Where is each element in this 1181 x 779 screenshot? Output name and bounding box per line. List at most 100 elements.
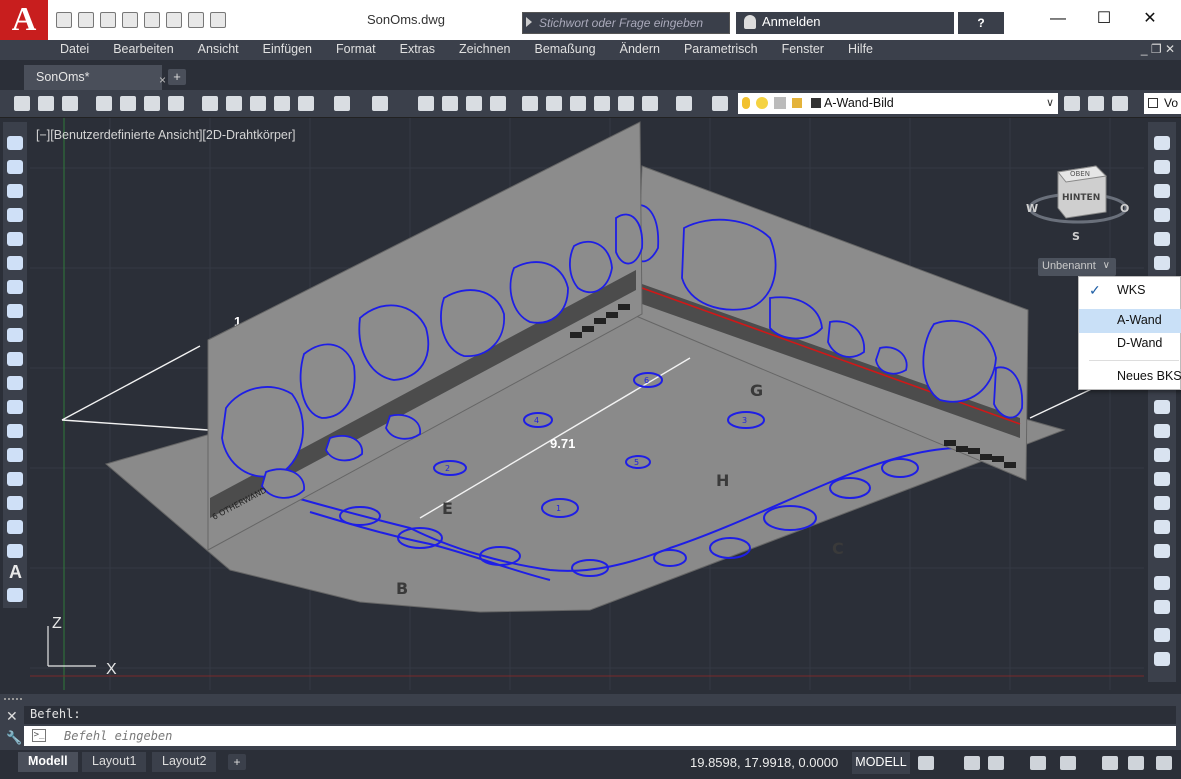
help-button[interactable]: ? (958, 12, 1004, 34)
construction-line-icon[interactable] (7, 160, 23, 174)
close-icon[interactable]: ✕ (1127, 6, 1173, 34)
trim-icon[interactable] (1154, 448, 1170, 462)
move-icon[interactable] (1154, 256, 1170, 270)
join-icon[interactable] (1154, 520, 1170, 534)
paste-icon[interactable] (250, 96, 266, 111)
plot-preview-icon[interactable] (120, 96, 136, 111)
command-input[interactable]: >_ Befehl eingeben (24, 726, 1176, 746)
make-current-layer-icon[interactable] (1064, 96, 1080, 111)
scale-icon[interactable] (1154, 400, 1170, 414)
fillet-icon[interactable] (1154, 576, 1170, 590)
search-expand-icon[interactable] (526, 17, 532, 27)
maximize-icon[interactable]: ☐ (1081, 6, 1127, 34)
ucs-icon[interactable] (1154, 652, 1170, 666)
zoom-previous-icon[interactable] (490, 96, 506, 111)
model-viewport[interactable]: 9.71 1 G H E B C 2 4 5 6 3 1 6 OTHERWAND… (30, 118, 1144, 690)
cut-icon[interactable] (202, 96, 218, 111)
block-editor-icon[interactable] (298, 96, 314, 111)
tab-layout1[interactable]: Layout1 (82, 752, 147, 772)
viewcube[interactable]: OBEN HINTEN W O S (1026, 160, 1130, 256)
tool-palettes-icon[interactable] (570, 96, 586, 111)
menu-aendern[interactable]: Ändern (608, 40, 672, 60)
sign-in-button[interactable]: Anmelden (736, 12, 954, 34)
ellipse-arc-icon[interactable] (7, 376, 23, 390)
menu-hilfe[interactable]: Hilfe (836, 40, 885, 60)
menu-extras[interactable]: Extras (388, 40, 447, 60)
explode-icon[interactable] (1154, 600, 1170, 614)
pan-icon[interactable] (418, 96, 434, 111)
save-icon[interactable] (62, 96, 78, 111)
help-icon[interactable] (676, 96, 692, 111)
menu-einfuegen[interactable]: Einfügen (251, 40, 324, 60)
close-icon[interactable]: ✕ (6, 708, 18, 725)
polyline-icon[interactable] (7, 184, 23, 198)
plot-icon[interactable] (96, 96, 112, 111)
tab-close-icon[interactable]: × (159, 73, 166, 87)
properties-icon[interactable] (522, 96, 538, 111)
copy-object-icon[interactable] (1154, 160, 1170, 174)
measure-icon[interactable] (1154, 628, 1170, 642)
layer-previous-icon[interactable] (1088, 96, 1104, 111)
sheet-set-icon[interactable] (594, 96, 610, 111)
design-center-icon[interactable] (546, 96, 562, 111)
minimize-icon[interactable]: — (1035, 6, 1081, 34)
menu-ansicht[interactable]: Ansicht (186, 40, 251, 60)
new-icon[interactable] (14, 96, 30, 111)
3d-print-icon[interactable] (168, 96, 184, 111)
extend-icon[interactable] (1154, 472, 1170, 486)
annotation-scale-icon[interactable] (1060, 756, 1076, 770)
new-tab-button[interactable]: + (168, 69, 186, 85)
wrench-icon[interactable]: 🔧 (6, 730, 22, 746)
polygon-icon[interactable] (7, 208, 23, 222)
array-icon[interactable] (1154, 232, 1170, 246)
calculator-icon[interactable] (642, 96, 658, 111)
gradient-icon[interactable] (7, 496, 23, 510)
break-icon[interactable] (1154, 496, 1170, 510)
menu-bemassung[interactable]: Bemaßung (522, 40, 607, 60)
menu-format[interactable]: Format (324, 40, 388, 60)
circle-icon[interactable] (7, 280, 23, 294)
model-space-button[interactable]: MODELL (852, 752, 910, 774)
revision-cloud-icon[interactable] (7, 304, 23, 318)
point-icon[interactable] (7, 448, 23, 462)
offset-icon[interactable] (1154, 208, 1170, 222)
grid-icon[interactable] (918, 756, 934, 770)
erase-icon[interactable] (1154, 136, 1170, 150)
tab-modell[interactable]: Modell (18, 752, 78, 772)
zoom-window-icon[interactable] (466, 96, 482, 111)
ucs-item-a-wand[interactable]: A-Wand (1079, 309, 1181, 333)
drag-handle-icon[interactable] (4, 698, 22, 702)
search-input[interactable]: Stichwort oder Frage eingeben (522, 12, 730, 34)
arc-icon[interactable] (7, 256, 23, 270)
menu-datei[interactable]: Datei (48, 40, 101, 60)
customization-menu-icon[interactable] (1156, 756, 1172, 770)
undo-icon[interactable] (334, 96, 350, 111)
tab-layout2[interactable]: Layout2 (152, 752, 217, 772)
visual-style-dropdown[interactable]: Vo (1144, 93, 1181, 114)
isometric-drafting-icon[interactable] (1030, 756, 1046, 770)
layer-properties-icon[interactable] (712, 96, 728, 111)
ellipse-icon[interactable] (7, 352, 23, 366)
add-layout-button[interactable]: + (228, 754, 246, 770)
menu-zeichnen[interactable]: Zeichnen (447, 40, 522, 60)
stretch-icon[interactable] (1154, 424, 1170, 438)
ucs-item-d-wand[interactable]: D-Wand (1079, 332, 1181, 356)
command-prompt-icon[interactable]: >_ (32, 729, 46, 742)
file-tab[interactable]: SonOms* × (24, 65, 166, 90)
menu-parametrisch[interactable]: Parametrisch (672, 40, 770, 60)
mirror-icon[interactable] (1154, 184, 1170, 198)
publish-icon[interactable] (144, 96, 160, 111)
menu-fenster[interactable]: Fenster (770, 40, 836, 60)
multiline-text-icon[interactable]: A (9, 562, 22, 583)
markup-icon[interactable] (618, 96, 634, 111)
region-icon[interactable] (7, 520, 23, 534)
document-window-controls[interactable]: _ ❐ ✕ (1141, 42, 1175, 56)
hatch-icon[interactable] (7, 472, 23, 486)
ucs-item-neues-bks[interactable]: Neues BKS (1079, 365, 1181, 389)
layer-state-icon[interactable] (1112, 96, 1128, 111)
open-icon[interactable] (38, 96, 54, 111)
ucs-item-wks[interactable]: ✓ WKS (1079, 279, 1181, 303)
table-icon[interactable] (7, 544, 23, 558)
match-properties-icon[interactable] (274, 96, 290, 111)
ortho-icon[interactable] (964, 756, 980, 770)
